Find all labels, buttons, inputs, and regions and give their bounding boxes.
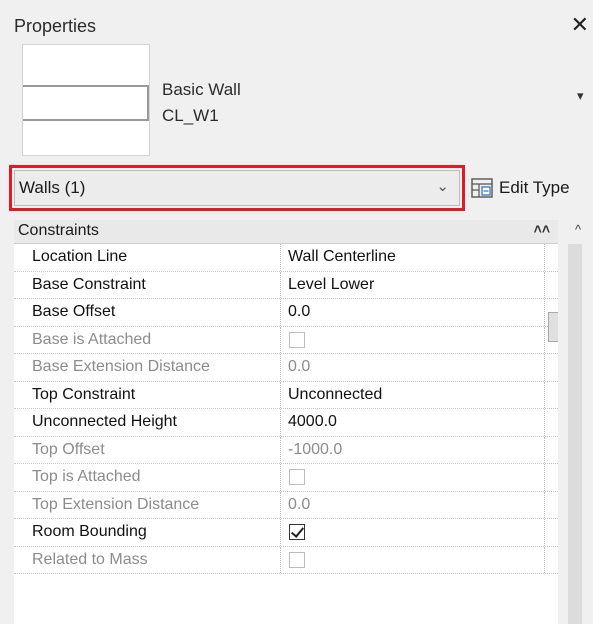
property-name: Base Extension Distance [32,358,210,375]
property-value[interactable]: Unconnected [288,386,382,404]
type-selector[interactable]: Basic Wall CL_W1 ▾ [14,44,593,156]
property-name: Top is Attached [32,468,141,485]
property-name: Top Constraint [32,385,136,403]
group-header-constraints[interactable]: Constraints ˄˄ [14,220,558,244]
property-row[interactable]: Base Extension Distance 0.0 [14,354,558,382]
property-row[interactable]: Top is Attached [14,464,558,492]
collapse-icon[interactable]: ˄˄ [534,221,550,237]
property-row[interactable]: Location Line Wall Centerline [14,244,558,272]
scroll-track[interactable] [568,244,582,624]
property-name: Room Bounding [32,523,147,540]
property-value[interactable]: 4000.0 [288,413,337,431]
property-checkbox[interactable] [289,469,305,485]
edit-type-label: Edit Type [499,178,570,197]
type-family-label: Basic Wall [162,80,241,99]
properties-grid: Constraints ˄˄ Location Line Wall Centerl… [14,220,593,624]
property-name: Base is Attached [32,330,152,348]
type-thumbnail [22,44,150,156]
type-dropdown-arrow-icon[interactable]: ▾ [577,88,593,104]
property-name: Related to Mass [32,550,148,568]
property-name: Location Line [32,248,128,265]
group-label: Constraints [18,222,99,239]
property-checkbox[interactable] [289,524,305,540]
panel-title: Properties [14,16,97,36]
type-name-label: CL_W1 [162,106,219,125]
instance-filter-dropdown[interactable]: Walls (1) ⌄ [14,170,460,206]
instance-filter-label: Walls (1) [19,178,86,197]
property-row[interactable]: Unconnected Height 4000.0 [14,409,558,437]
panel-titlebar: Properties ✕ [14,10,593,44]
property-name: Base Offset [32,303,116,320]
property-name: Unconnected Height [32,413,177,430]
instance-filter-row: Walls (1) ⌄ Edit Type [9,165,593,211]
property-row[interactable]: Top Extension Distance 0.0 [14,491,558,519]
property-rows: Location Line Wall Centerline Base Constr… [14,244,558,574]
chevron-down-icon[interactable]: ⌄ [436,177,449,195]
property-row[interactable]: Room Bounding [14,519,558,547]
close-icon[interactable]: ✕ [571,12,589,38]
property-value[interactable]: Wall Centerline [288,248,396,266]
property-value[interactable]: 0.0 [288,303,310,321]
property-row[interactable]: Base is Attached [14,326,558,354]
property-value[interactable]: Level Lower [288,276,374,294]
property-value[interactable]: -1000.0 [288,441,342,459]
properties-panel: Properties ✕ Basic Wall CL_W1 ▾ Walls (1… [0,0,593,624]
property-checkbox[interactable] [289,331,305,348]
scroll-up-icon[interactable]: ^ [575,222,581,237]
property-row[interactable]: Top Offset -1000.0 [14,436,558,464]
edit-type-icon [471,178,493,198]
property-name: Top Extension Distance [32,495,200,513]
property-name: Base Constraint [32,275,146,293]
property-row[interactable]: Base Constraint Level Lower [14,271,558,299]
property-row[interactable]: Top Constraint Unconnected [14,381,558,409]
property-value[interactable]: 0.0 [288,496,310,514]
property-row[interactable]: Related to Mass [14,546,558,574]
property-checkbox[interactable] [289,551,305,568]
property-name: Top Offset [32,440,105,458]
edit-type-button[interactable]: Edit Type [471,170,570,206]
vertical-scrollbar[interactable]: ^ [558,220,593,624]
wall-preview-icon [23,85,149,121]
property-row[interactable]: Base Offset 0.0 [14,299,558,327]
property-value[interactable]: 0.0 [288,358,310,376]
